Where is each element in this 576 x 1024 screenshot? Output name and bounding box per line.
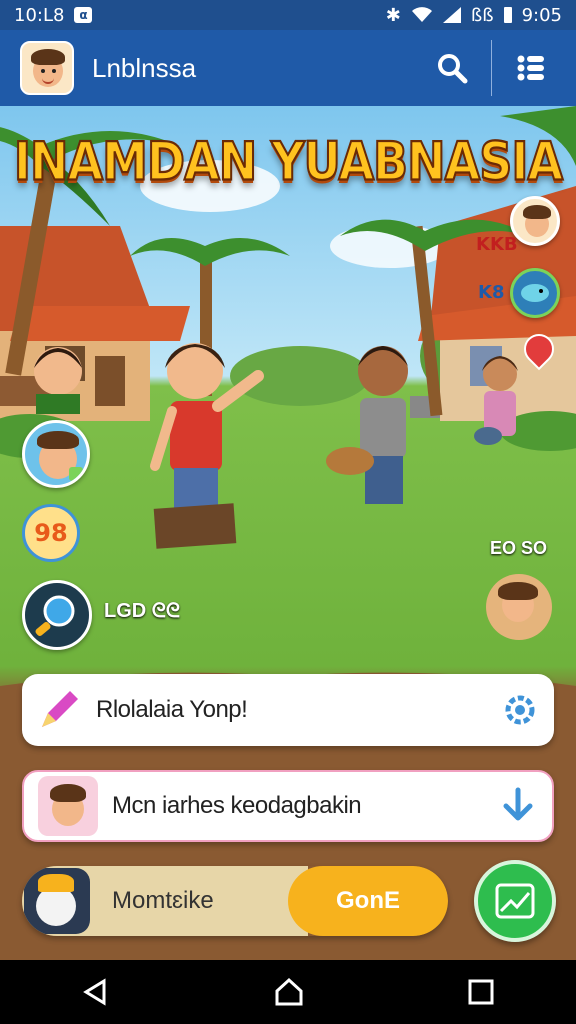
sign-k8: K8 [478, 282, 505, 303]
bottom-action-bar: Momtɛike GonE [22, 866, 448, 936]
back-icon[interactable] [82, 978, 110, 1006]
list-menu-icon [517, 55, 544, 81]
reward-badge-value: 98 [34, 519, 68, 547]
download-arrow-icon[interactable] [498, 786, 538, 826]
fish-icon-avatar[interactable] [510, 268, 560, 318]
search-icon [438, 54, 468, 84]
go-button-label: GonE [336, 887, 400, 914]
player-avatar[interactable] [22, 420, 90, 488]
bluetooth-icon: ✱ [385, 4, 401, 26]
profile-avatar[interactable] [20, 41, 74, 95]
score-right: EO SO [490, 538, 548, 558]
character-shop[interactable]: Momtɛike [22, 866, 308, 936]
system-nav-bar [0, 960, 576, 1024]
pencil-icon [42, 691, 78, 727]
gear-icon[interactable] [500, 690, 540, 730]
search-button[interactable] [427, 43, 477, 93]
download-card[interactable]: Mcn iarhes keodagbakin [22, 770, 554, 842]
go-button[interactable]: GonE [288, 866, 448, 936]
appbar-divider [491, 40, 492, 96]
status-extra-text: ßß [470, 4, 494, 26]
battery-icon [503, 7, 512, 23]
trend-chart-icon [495, 883, 535, 919]
quest-card[interactable]: Rlolalaia Yonp! [22, 674, 554, 746]
download-card-label: Mcn iarhes keodagbakin [112, 792, 362, 819]
fish-icon [521, 284, 549, 302]
sign-kkb: KKB [476, 234, 518, 255]
app-bar: Lnblnssa [0, 30, 576, 106]
signal-icon [442, 7, 461, 23]
shop-label: Momtɛike [112, 887, 214, 914]
notification-icon: α [74, 7, 93, 23]
quest-card-label: Rlolalaia Yonp! [96, 696, 248, 723]
status-bar: 10:L8 α ✱ ßß 9:05 [0, 0, 576, 30]
home-icon[interactable] [274, 977, 304, 1007]
recents-icon[interactable] [468, 979, 494, 1005]
level-label: LGD [104, 600, 147, 622]
wifi-icon [411, 7, 432, 22]
magnifier-icon [35, 595, 75, 636]
mascot-avatar [24, 868, 90, 934]
level-avatar[interactable] [22, 580, 92, 650]
reward-badge[interactable]: 98 [22, 504, 80, 562]
trend-button[interactable] [474, 860, 556, 942]
game-title: INAMDAN YUABNASIA [13, 129, 564, 193]
game-scene[interactable]: INAMDAN YUABNASIA KKB K8 98 LGD ᘓᘓ EO SO… [0, 106, 576, 960]
level-label-group: LGD ᘓᘓ [104, 600, 180, 623]
boy-avatar [38, 776, 98, 836]
app-title: Lnblnssa [92, 52, 197, 83]
menu-button[interactable] [506, 43, 556, 93]
npc-girl-avatar[interactable] [486, 574, 552, 640]
status-clock: 9:05 [521, 4, 562, 26]
level-icon: ᘓᘓ [151, 600, 180, 622]
status-time: 10:L8 [14, 4, 65, 26]
